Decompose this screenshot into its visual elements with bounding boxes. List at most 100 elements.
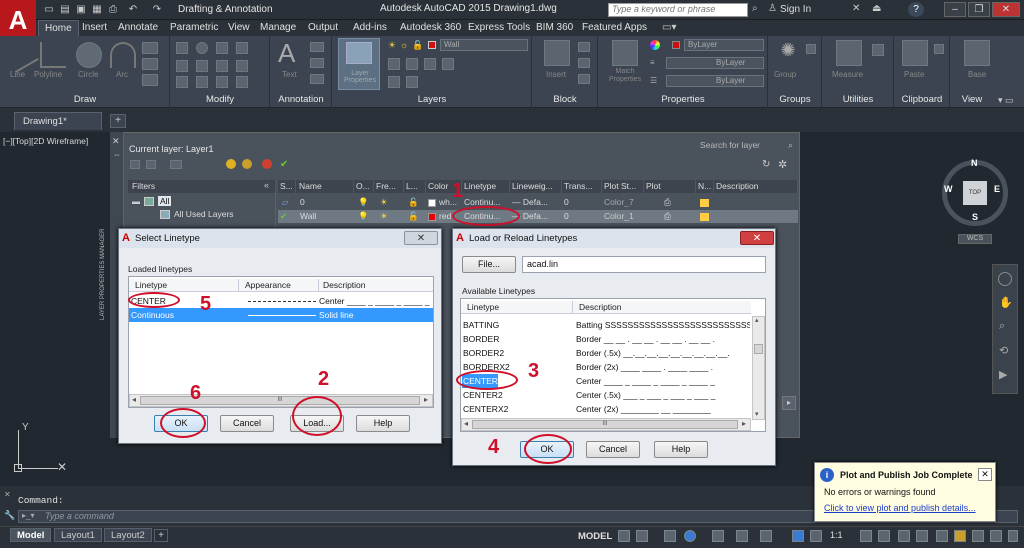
restore-button[interactable]: ❐ [968,2,990,17]
sun-icon[interactable]: ☀ [380,210,388,223]
layer-search-input[interactable]: Search for layer [700,140,795,152]
ungroup-icon[interactable] [806,44,816,54]
save-icon[interactable]: ▣ [74,3,88,17]
layer-color-swatch[interactable] [428,199,436,207]
tab-view[interactable]: View [222,20,256,36]
scroll-down-icon[interactable]: ▾ [755,410,759,418]
properties-panel-label[interactable]: Properties [598,94,768,106]
refresh-icon[interactable]: ↻ [762,159,770,170]
clean-screen-icon[interactable] [990,530,1002,542]
lineweight-combo[interactable]: ByLayer [666,57,764,69]
redo-icon[interactable]: ↷ [150,3,164,17]
layer-transparency[interactable]: 0 [564,196,569,209]
col-lock[interactable]: L... [404,180,426,193]
save-as-icon[interactable]: ▦ [90,3,104,17]
col-description[interactable]: Description [319,279,433,292]
scroll-left-icon[interactable]: ◂ [132,395,136,404]
load-lt-cancel-button[interactable]: Cancel [586,441,640,458]
offset-icon[interactable] [236,76,248,88]
scroll-up-icon[interactable]: ▴ [755,316,759,324]
annotation-scale[interactable]: 1:1 [830,530,843,540]
help-button[interactable]: ? [908,2,924,17]
command-customize-icon[interactable]: 🔧 [4,510,15,521]
plot-icon[interactable]: ⎙ [106,3,120,17]
load-lt-help-button[interactable]: Help [654,441,708,458]
col-transparency[interactable]: Trans... [562,180,602,193]
undo-icon[interactable]: ↶ [126,3,140,17]
notification-link[interactable]: Click to view plot and publish details..… [824,503,976,513]
customization-icon[interactable] [1008,530,1018,542]
layer-transparency[interactable]: 0 [564,210,569,223]
text-icon[interactable]: A [278,38,295,69]
leader-icon[interactable] [310,58,324,68]
col-lineweight[interactable]: Lineweig... [510,180,562,193]
annotation-visibility-icon[interactable] [792,530,804,542]
modify-panel-label[interactable]: Modify [170,94,270,106]
layer-lock-button-icon[interactable] [442,58,454,70]
group-icon[interactable]: ✺ [776,40,800,64]
tab-featured-apps[interactable]: Featured Apps [576,20,653,36]
array-icon[interactable] [216,76,228,88]
vp-freeze-icon[interactable] [700,213,709,221]
new-file-icon[interactable]: ▭ [42,3,56,17]
ortho-icon[interactable] [664,530,676,542]
table-icon[interactable] [310,74,324,84]
exchange-icon[interactable]: ✕ [852,3,860,14]
layer-isolate-icon[interactable] [406,58,418,70]
move-icon[interactable] [176,42,188,54]
layer-color-swatch[interactable] [428,213,436,221]
col-status[interactable]: S... [278,180,296,193]
vscroll-thumb[interactable] [754,344,763,354]
auto-scale-icon[interactable] [810,530,822,542]
ribbon-minimize-icon[interactable]: ▭▾ [662,22,676,33]
col-plot-style[interactable]: Plot St... [602,180,644,193]
block-panel-label[interactable]: Block [532,94,598,106]
explode-icon[interactable] [236,60,248,72]
polyline-icon[interactable] [40,42,66,68]
layer-freeze-icon[interactable] [424,58,436,70]
command-prompt-icon[interactable]: ▸_▾ [22,511,34,520]
scale-icon[interactable] [196,76,208,88]
new-layout-button[interactable]: + [154,529,168,542]
new-layer-vp-frozen-icon[interactable] [242,159,252,169]
lpm-autohide-icon[interactable]: ⇔ [113,150,121,159]
minimize-button[interactable]: ‒ [944,2,966,17]
erase-icon[interactable] [236,42,248,54]
load-linetypes-close-button[interactable]: ✕ [740,231,774,245]
create-block-icon[interactable] [578,42,590,52]
isolate-objects-icon[interactable] [972,530,984,542]
groups-panel-label[interactable]: Groups [768,94,822,106]
file-button[interactable]: File... [462,256,516,273]
new-layer-icon[interactable] [226,159,236,169]
filter-expand-icon[interactable]: ▬ [132,197,140,206]
rectangle-icon[interactable] [142,42,158,54]
annotation-panel-label[interactable]: Annotation [270,94,332,106]
col-plot[interactable]: Plot [644,180,696,193]
printer-icon[interactable]: ⎙ [664,196,671,209]
file-path-input[interactable]: acad.lin [522,256,766,273]
col-on[interactable]: O... [354,180,374,193]
tab-home[interactable]: Home [38,20,79,36]
printer-icon[interactable]: ⎙ [664,210,671,223]
collapse-filters-icon[interactable]: « [264,180,269,190]
isodraft-icon[interactable] [712,530,724,542]
workspace-gear-icon[interactable] [860,530,872,542]
search-input[interactable]: Type a keyword or phrase [608,3,748,17]
vp-freeze-icon[interactable] [700,199,709,207]
select-lt-help-button[interactable]: Help [356,415,410,432]
hatch-icon[interactable] [142,58,158,70]
units-icon[interactable] [898,530,910,542]
copy-clip-icon[interactable] [934,44,944,54]
set-current-icon[interactable]: ✔ [280,159,288,170]
sign-in-button[interactable]: Sign In [780,4,811,15]
bulb-icon[interactable]: 💡 [358,196,369,209]
tab-autodesk-360[interactable]: Autodesk 360 [394,20,467,36]
view-panel-label[interactable]: View [950,94,994,106]
base-icon[interactable] [964,40,990,66]
load-lt-vscroll[interactable] [752,316,765,420]
unlock-icon[interactable]: 🔓 [408,210,419,223]
model-space-toggle[interactable]: MODEL [578,531,612,542]
tab-express-tools[interactable]: Express Tools [462,20,536,36]
workspace-switcher[interactable]: Drafting & Annotation [178,2,300,18]
filter-all-used[interactable]: All Used Layers [174,209,234,219]
